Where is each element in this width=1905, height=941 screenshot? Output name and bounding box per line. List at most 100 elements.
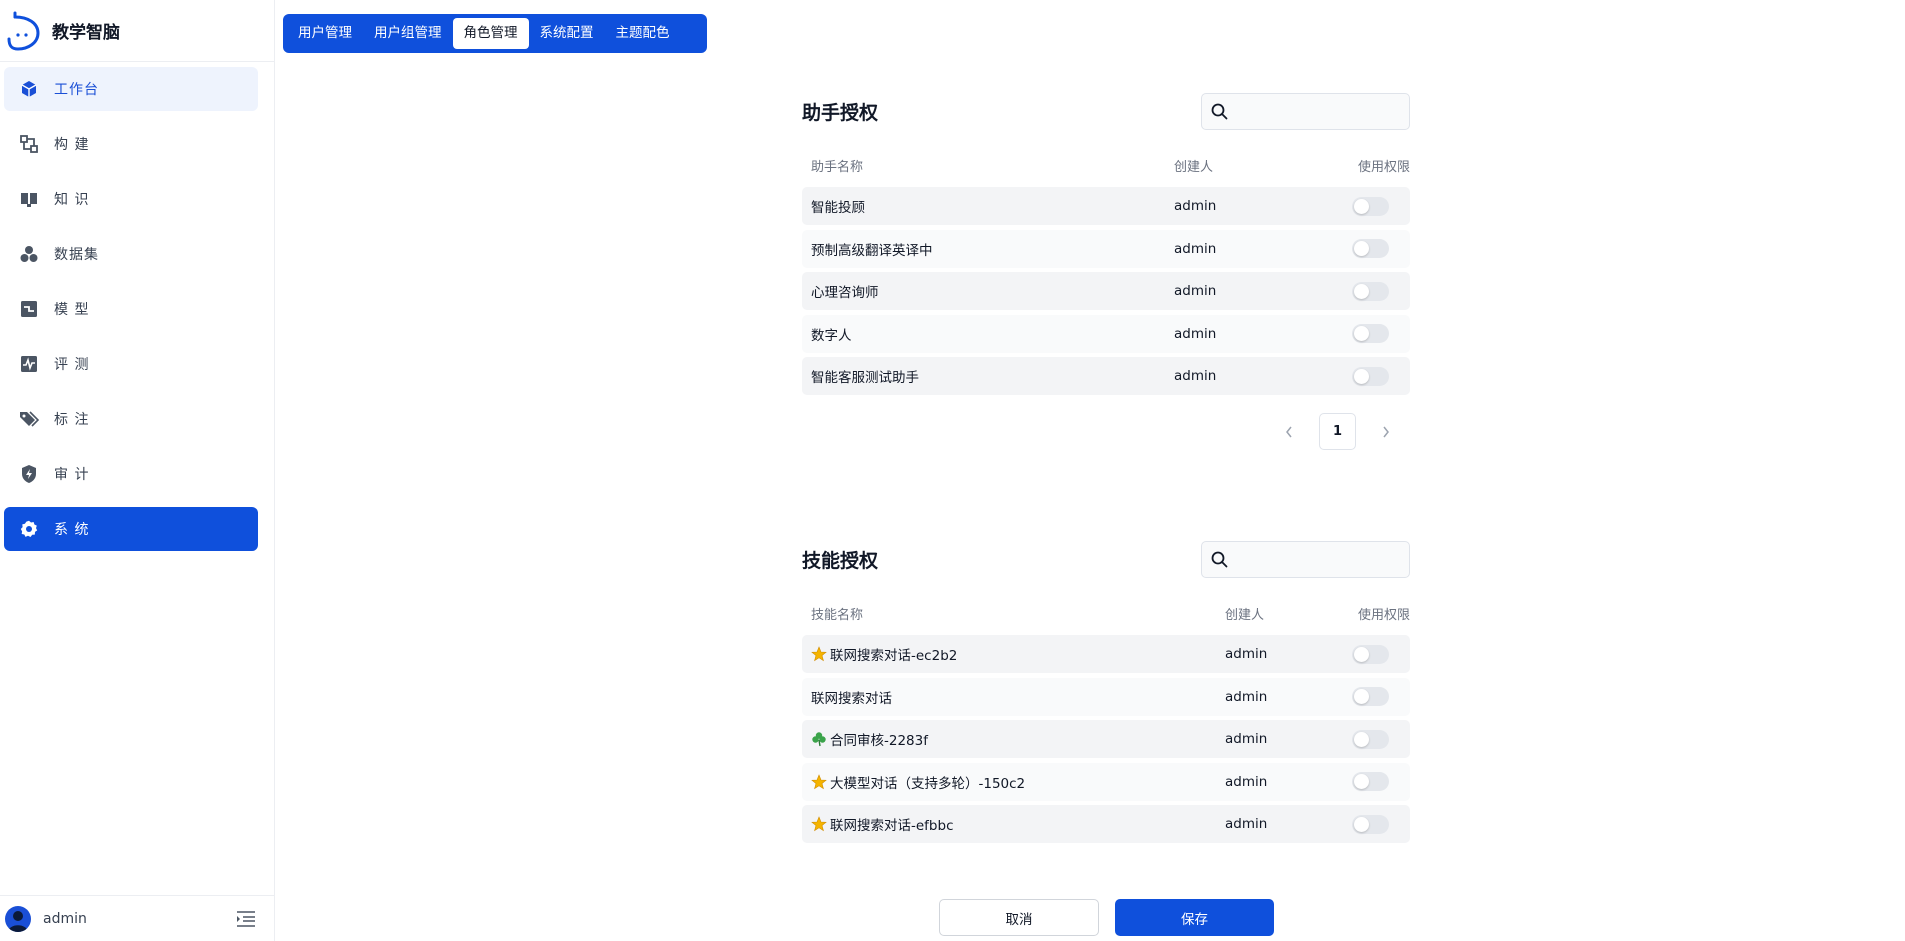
sidebar-item-build[interactable]: 构 建 (4, 122, 258, 166)
row-name: 智能投顾 (811, 200, 865, 216)
page-number[interactable]: 1 (1319, 413, 1356, 451)
tag-icon (18, 408, 40, 430)
sidebar-item-model[interactable]: 模 型 (4, 287, 258, 331)
tab-user-management[interactable]: 用户管理 (287, 18, 363, 49)
star-emoji-icon (811, 646, 827, 662)
permission-toggle[interactable] (1352, 239, 1389, 259)
book-icon (18, 188, 40, 210)
sidebar-item-label: 数据集 (54, 247, 99, 263)
permission-toggle[interactable] (1352, 324, 1389, 344)
dataset-icon (18, 243, 40, 265)
row-name: 联网搜索对话 (811, 690, 892, 707)
sidebar-item-label: 工作台 (54, 82, 99, 98)
panel-header: 技能授权 (802, 540, 1410, 578)
permission-toggle[interactable] (1352, 366, 1389, 386)
table-header: 助手名称 创建人 使用权限 (802, 143, 1410, 187)
skill-search (1201, 540, 1410, 578)
settings-tabs: 用户管理 用户组管理 角色管理 系统配置 主题配色 (283, 14, 707, 53)
save-button[interactable]: 保存 (1115, 899, 1274, 936)
assistant-search (1201, 92, 1410, 130)
row-name: 预制高级翻译英译中 (811, 242, 933, 259)
table-header: 技能名称 创建人 使用权限 (802, 591, 1410, 635)
row-creator: admin (1174, 240, 1217, 257)
row-creator: admin (1174, 368, 1217, 385)
shield-icon (18, 463, 40, 485)
table-row: 心理咨询师 admin (802, 272, 1410, 311)
panel-title: 助手授权 (802, 101, 879, 124)
brand-logo-icon (7, 11, 40, 51)
table-row: 联网搜索对话-efbbc admin (802, 805, 1410, 844)
row-creator: admin (1225, 816, 1268, 833)
permission-toggle[interactable] (1352, 687, 1389, 707)
pulse-icon (18, 353, 40, 375)
row-creator: admin (1174, 283, 1217, 300)
cancel-button[interactable]: 取消 (939, 899, 1099, 936)
shamrock-emoji-icon (812, 732, 826, 747)
sidebar-item-annotation[interactable]: 标 注 (4, 397, 258, 441)
sidebar-item-label: 系 统 (54, 522, 90, 538)
skill-auth-panel: 技能授权 技能名称 创建人 使用权限 联网搜索对话-ec2b2 admin 联网… (802, 540, 1410, 848)
row-creator: admin (1225, 731, 1268, 748)
row-creator: admin (1174, 325, 1217, 342)
row-name: 心理咨询师 (811, 285, 879, 302)
table-row: 数字人 admin (802, 314, 1410, 353)
permission-toggle[interactable] (1352, 814, 1389, 834)
permission-toggle[interactable] (1352, 196, 1389, 216)
table-row: 联网搜索对话-ec2b2 admin (802, 635, 1410, 673)
col-creator: 创建人 (1174, 159, 1214, 175)
user-bar: admin (0, 895, 274, 941)
user-name: admin (43, 910, 87, 927)
assistant-auth-panel: 助手授权 助手名称 创建人 使用权限 智能投顾 admin 预制高级翻译英译中 … (802, 92, 1410, 451)
next-page-icon[interactable] (1376, 422, 1396, 442)
row-creator: admin (1225, 646, 1268, 662)
brand: 教学智脑 (0, 0, 274, 62)
search-icon (1211, 551, 1228, 567)
tab-role-management[interactable]: 角色管理 (452, 18, 529, 49)
star-emoji-icon (811, 773, 827, 790)
panel-header: 助手授权 (802, 92, 1410, 130)
model-icon (18, 298, 40, 320)
sidebar-item-system[interactable]: 系 统 (4, 507, 258, 551)
col-creator: 创建人 (1225, 607, 1265, 623)
tab-system-config[interactable]: 系统配置 (529, 18, 605, 49)
row-creator: admin (1225, 773, 1268, 790)
avatar[interactable] (5, 905, 31, 932)
col-permission: 使用权限 (1357, 607, 1410, 623)
table-row: 智能客服测试助手 admin (802, 357, 1410, 396)
row-name: 合同审核-2283f (830, 733, 928, 750)
sidebar-item-workbench[interactable]: 工作台 (4, 67, 258, 111)
collapse-menu-icon[interactable] (236, 910, 256, 928)
row-name: 联网搜索对话-ec2b2 (830, 648, 958, 664)
table-row: 合同审核-2283f admin (802, 720, 1410, 759)
brand-title: 教学智脑 (52, 23, 120, 43)
star-emoji-icon (811, 816, 827, 832)
sidebar-item-audit[interactable]: 审 计 (4, 452, 258, 496)
permission-toggle[interactable] (1352, 772, 1389, 792)
gear-icon (18, 518, 40, 540)
sidebar-item-knowledge[interactable]: 知 识 (4, 177, 258, 221)
sidebar-nav: 工作台 构 建 知 识 数据集 模 型 评 测 标 注 审 计 系 统 (0, 62, 274, 551)
permission-toggle[interactable] (1352, 281, 1389, 301)
search-icon (1211, 103, 1228, 119)
row-creator: admin (1174, 198, 1217, 214)
table-row: 智能投顾 admin (802, 187, 1410, 225)
permission-toggle[interactable] (1352, 729, 1389, 749)
sidebar-item-label: 知 识 (54, 192, 90, 208)
assistant-search-input[interactable] (1234, 93, 1409, 129)
sidebar-item-label: 评 测 (54, 357, 90, 373)
tab-user-group-management[interactable]: 用户组管理 (363, 18, 453, 49)
permission-toggle[interactable] (1352, 644, 1389, 664)
sidebar-item-evaluation[interactable]: 评 测 (4, 342, 258, 386)
prev-page-icon[interactable] (1279, 422, 1299, 442)
sidebar-item-label: 标 注 (54, 412, 90, 428)
sidebar: 教学智脑 工作台 构 建 知 识 数据集 模 型 评 测 标 注 审 计 系 统… (0, 0, 275, 941)
pagination: 1 (802, 413, 1410, 451)
sidebar-item-dataset[interactable]: 数据集 (4, 232, 258, 276)
table-row: 预制高级翻译英译中 admin (802, 229, 1410, 268)
row-creator: admin (1225, 688, 1268, 705)
table-row: 大模型对话（支持多轮）-150c2 admin (802, 762, 1410, 801)
tab-theme-color[interactable]: 主题配色 (605, 18, 681, 49)
col-permission: 使用权限 (1357, 159, 1410, 175)
skill-search-input[interactable] (1234, 541, 1409, 577)
table-row: 联网搜索对话 admin (802, 677, 1410, 716)
